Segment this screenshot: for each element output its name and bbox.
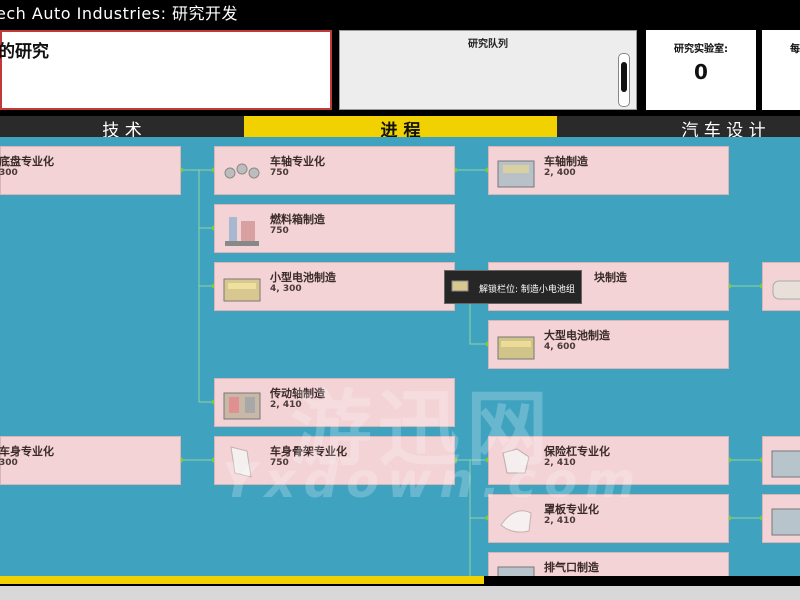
bottom-bar	[0, 576, 800, 600]
card-name: 车轴制造	[544, 155, 588, 168]
research-card-offscreen-1[interactable]	[762, 262, 800, 311]
tab-technology[interactable]: 技 术	[0, 116, 244, 137]
tab-bar: 技 术 进 程 汽 车 设 计	[0, 116, 800, 137]
card-cost: 2, 410	[270, 400, 302, 410]
card-name: 燃料箱制造	[270, 213, 325, 226]
research-card-exhaust[interactable]: 排气口制造	[488, 552, 729, 576]
research-card-body-spec[interactable]: 车身专业化 300	[0, 436, 181, 485]
battery-machine-icon	[223, 278, 261, 302]
research-labs-count: 0	[694, 60, 708, 84]
card-name: 块制造	[594, 271, 627, 284]
card-cost: 750	[270, 458, 289, 468]
research-card-driveshaft[interactable]: 传动轴制造 2, 410	[214, 378, 455, 427]
research-card-offscreen-3[interactable]	[762, 494, 800, 543]
body-frame-icon	[230, 446, 252, 478]
queue-scrollbar-thumb[interactable]	[621, 62, 627, 92]
research-queue-panel[interactable]: 研究队列	[339, 30, 637, 110]
card-name: 大型电池制造	[544, 329, 610, 342]
queue-scrollbar[interactable]	[618, 53, 630, 107]
bumper-icon	[502, 448, 530, 474]
progress-bar	[0, 576, 484, 584]
card-name: 保险杠专业化	[544, 445, 610, 458]
research-card-fuel-tank[interactable]: 燃料箱制造 750	[214, 204, 455, 253]
window-title: ech Auto Industries: 研究开发	[0, 4, 239, 23]
card-name: 车轴专业化	[270, 155, 325, 168]
card-cost: 2, 410	[544, 516, 576, 526]
research-labs-panel: 研究实验室: 0	[646, 30, 756, 110]
cover-panel-icon	[500, 510, 532, 533]
axle-machine-icon	[497, 160, 535, 188]
tab-car-design[interactable]: 汽 车 设 计	[557, 116, 800, 137]
battery-tooltip-icon	[451, 280, 469, 292]
card-cost: 300	[0, 168, 18, 178]
research-card-bumper-spec[interactable]: 保险杠专业化 2, 410	[488, 436, 729, 485]
current-research-label: 的研究	[0, 42, 49, 62]
window-title-bar: ech Auto Industries: 研究开发	[0, 0, 800, 28]
research-queue-label: 研究队列	[468, 39, 508, 50]
research-tree: 底盘专业化 300 车身专业化 300 车轴专业化 750 燃料箱制造 750 …	[0, 137, 800, 576]
battery-pack-icon	[772, 280, 800, 300]
card-name: 排气口制造	[544, 561, 599, 574]
unlock-tooltip: 解锁栏位: 制造小电池组	[444, 270, 582, 304]
machine-icon	[771, 508, 800, 536]
card-cost: 750	[270, 226, 289, 236]
card-name: 小型电池制造	[270, 271, 336, 284]
tooltip-text: 解锁栏位: 制造小电池组	[479, 285, 575, 295]
card-name: 传动轴制造	[270, 387, 325, 400]
tab-process-label: 进 程	[380, 121, 421, 137]
extra-stat-panel: 每	[762, 30, 800, 110]
tab-technology-label: 技 术	[102, 121, 142, 137]
fuel-tank-machine-icon	[225, 217, 259, 246]
driveshaft-machine-icon	[223, 392, 261, 420]
research-labs-label: 研究实验室:	[674, 44, 728, 55]
card-cost: 300	[0, 458, 18, 468]
card-cost: 4, 600	[544, 342, 576, 352]
research-card-large-battery[interactable]: 大型电池制造 4, 600	[488, 320, 729, 369]
research-card-offscreen-2[interactable]	[762, 436, 800, 485]
card-name: 底盘专业化	[0, 155, 54, 168]
axle-parts-icon	[224, 163, 260, 179]
exhaust-machine-icon	[497, 566, 535, 576]
card-cost: 4, 300	[270, 284, 302, 294]
research-card-cover-spec[interactable]: 罩板专业化 2, 410	[488, 494, 729, 543]
extra-stat-label: 每	[790, 44, 800, 55]
card-name: 罩板专业化	[544, 503, 599, 516]
machine-icon	[771, 450, 800, 478]
card-name: 车身骨架专业化	[270, 445, 347, 458]
large-battery-machine-icon	[497, 336, 535, 360]
tab-process[interactable]: 进 程	[244, 116, 557, 137]
research-card-axle-spec[interactable]: 车轴专业化 750	[214, 146, 455, 195]
research-card-chassis-spec[interactable]: 底盘专业化 300	[0, 146, 181, 195]
status-strip	[0, 586, 800, 600]
tab-car-design-label: 汽 车 设 计	[681, 121, 766, 137]
card-name: 车身专业化	[0, 445, 54, 458]
current-research-panel[interactable]: 的研究	[0, 30, 332, 110]
card-cost: 2, 400	[544, 168, 576, 178]
card-cost: 2, 410	[544, 458, 576, 468]
research-card-axle-mfg[interactable]: 车轴制造 2, 400	[488, 146, 729, 195]
research-card-body-frame-spec[interactable]: 车身骨架专业化 750	[214, 436, 455, 485]
research-card-small-battery[interactable]: 小型电池制造 4, 300	[214, 262, 455, 311]
card-cost: 750	[270, 168, 289, 178]
